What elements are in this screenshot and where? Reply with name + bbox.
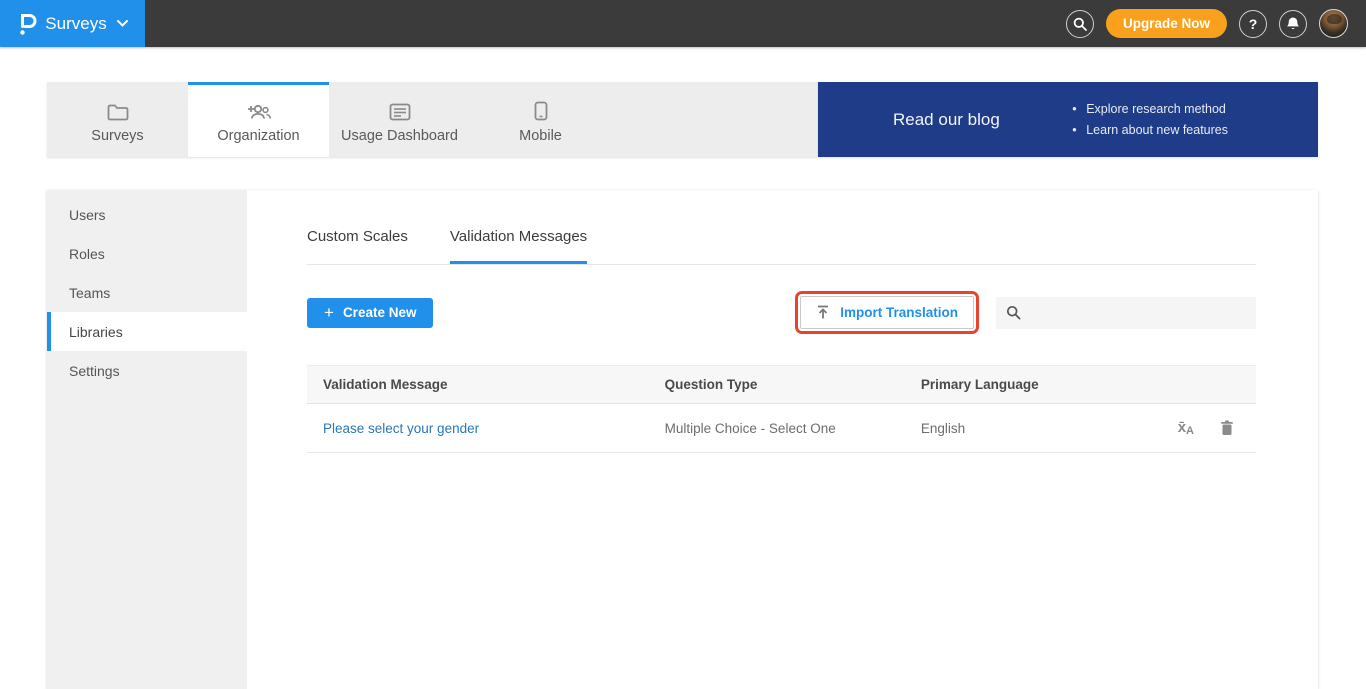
- sidebar-item-settings[interactable]: Settings: [47, 351, 247, 390]
- validation-message-link[interactable]: Please select your gender: [323, 421, 479, 436]
- toolbar: + Create New Import Translation: [307, 296, 1256, 329]
- product-label: Surveys: [45, 14, 106, 34]
- column-question-type: Question Type: [649, 366, 905, 404]
- library-tabs: Custom Scales Validation Messages: [307, 228, 1256, 265]
- table-header-row: Validation Message Question Type Primary…: [307, 366, 1256, 404]
- nav-cards: Surveys Organization Usage Dashboard: [47, 82, 818, 157]
- nav-item-label: Mobile: [519, 128, 562, 144]
- user-avatar[interactable]: [1319, 9, 1348, 38]
- section-nav: Surveys Organization Usage Dashboard: [47, 82, 1318, 157]
- folder-icon: [107, 99, 129, 121]
- blog-banner-bullet: Explore research method: [1072, 99, 1228, 120]
- topbar-actions: Upgrade Now ?: [1066, 9, 1366, 38]
- create-new-button[interactable]: + Create New: [307, 298, 433, 328]
- question-type-cell: Multiple Choice - Select One: [649, 404, 905, 453]
- tab-custom-scales[interactable]: Custom Scales: [307, 228, 408, 264]
- search-icon: [1006, 305, 1021, 320]
- toolbar-right: Import Translation: [800, 296, 1256, 329]
- blog-banner-title: Read our blog: [893, 110, 1000, 130]
- notifications-button[interactable]: [1279, 10, 1307, 38]
- blog-banner-bullet: Learn about new features: [1072, 120, 1228, 141]
- libraries-main: Custom Scales Validation Messages + Crea…: [247, 190, 1318, 689]
- sidebar-item-roles[interactable]: Roles: [47, 234, 247, 273]
- org-sidebar: Users Roles Teams Libraries Settings: [47, 190, 247, 689]
- row-actions: x̄A: [1149, 419, 1240, 437]
- chevron-down-icon: [117, 20, 128, 27]
- nav-item-label: Surveys: [91, 128, 143, 144]
- upload-icon: [816, 305, 830, 320]
- person-add-icon: [246, 99, 272, 121]
- delete-icon[interactable]: [1220, 420, 1234, 436]
- dashboard-icon: [389, 99, 411, 121]
- primary-language-cell: English: [905, 404, 1133, 453]
- nav-item-mobile[interactable]: Mobile: [470, 82, 611, 157]
- nav-item-label: Usage Dashboard: [341, 128, 458, 144]
- upgrade-now-button[interactable]: Upgrade Now: [1106, 9, 1227, 38]
- questionpro-logo-icon: [17, 11, 37, 37]
- nav-item-organization[interactable]: Organization: [188, 82, 329, 157]
- mobile-icon: [534, 99, 548, 121]
- nav-item-label: Organization: [217, 128, 299, 144]
- help-button[interactable]: ?: [1239, 10, 1267, 38]
- content-panel: Users Roles Teams Libraries Settings Cus…: [47, 190, 1318, 689]
- top-bar: Surveys Upgrade Now ?: [0, 0, 1366, 47]
- create-new-label: Create New: [343, 305, 417, 320]
- table-search[interactable]: [996, 297, 1256, 329]
- nav-item-surveys[interactable]: Surveys: [47, 82, 188, 157]
- import-translation-button[interactable]: Import Translation: [800, 296, 974, 329]
- tab-validation-messages[interactable]: Validation Messages: [450, 228, 587, 264]
- column-primary-language: Primary Language: [905, 366, 1133, 404]
- nav-item-usage-dashboard[interactable]: Usage Dashboard: [329, 82, 470, 157]
- validation-messages-table: Validation Message Question Type Primary…: [307, 365, 1256, 453]
- import-translation-label: Import Translation: [840, 305, 958, 320]
- blog-banner-bullets: Explore research method Learn about new …: [1072, 99, 1228, 141]
- product-switcher[interactable]: Surveys: [0, 0, 145, 47]
- column-validation-message: Validation Message: [307, 366, 649, 404]
- table-row: Please select your gender Multiple Choic…: [307, 404, 1256, 453]
- search-input[interactable]: [1029, 305, 1239, 320]
- sidebar-item-users[interactable]: Users: [47, 195, 247, 234]
- translate-icon[interactable]: x̄A: [1178, 419, 1194, 437]
- sidebar-item-teams[interactable]: Teams: [47, 273, 247, 312]
- sidebar-item-libraries[interactable]: Libraries: [47, 312, 247, 351]
- search-button[interactable]: [1066, 10, 1094, 38]
- column-actions: [1133, 366, 1256, 404]
- plus-icon: +: [324, 303, 334, 323]
- blog-banner[interactable]: Read our blog Explore research method Le…: [818, 82, 1318, 157]
